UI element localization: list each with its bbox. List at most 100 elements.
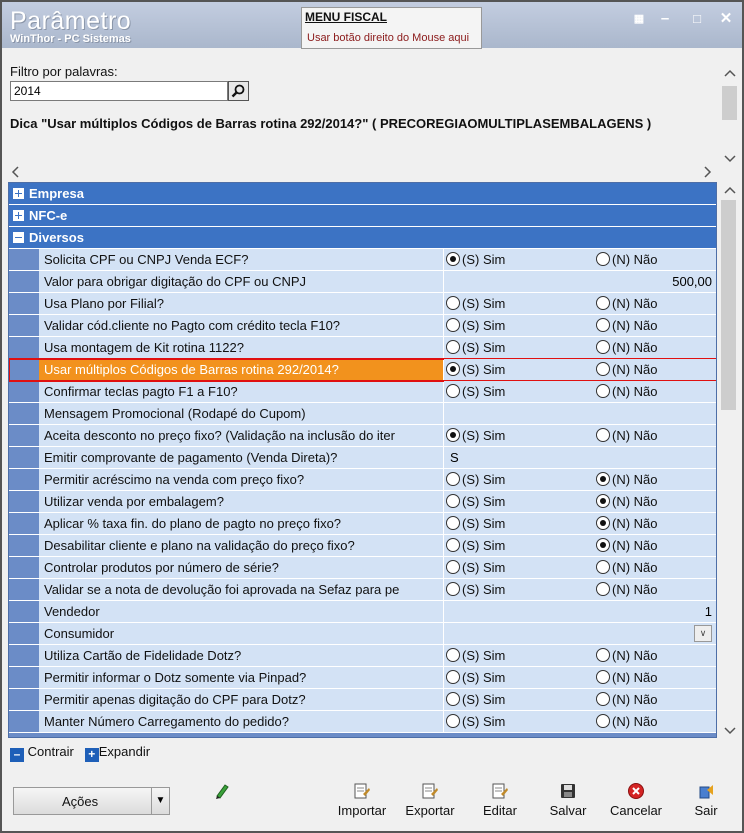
import-button[interactable]: Importar: [332, 782, 392, 818]
radio-nao[interactable]: (N) Não: [596, 692, 658, 708]
parameter-value[interactable]: (S) Sim (N) Não: [444, 359, 716, 380]
parameter-row[interactable]: Aceita desconto no preço fixo? (Validaçã…: [9, 425, 716, 447]
radio-nao[interactable]: (N) Não: [596, 516, 658, 532]
radio-sim[interactable]: (S) Sim: [446, 296, 505, 312]
radio-button-icon[interactable]: [446, 648, 460, 662]
parameter-value[interactable]: S: [444, 447, 716, 468]
parameter-value[interactable]: 1: [444, 601, 716, 622]
parameter-row[interactable]: Desabilitar cliente e plano na validação…: [9, 535, 716, 557]
parameter-row[interactable]: Utiliza Cartão de Fidelidade Dotz? (S) Si…: [9, 645, 716, 667]
radio-button-icon[interactable]: [446, 428, 460, 442]
radio-nao[interactable]: (N) Não: [596, 340, 658, 356]
radio-sim[interactable]: (S) Sim: [446, 494, 505, 510]
parameter-row[interactable]: Valor para obrigar digitação do CPF ou C…: [9, 271, 716, 293]
menu-fiscal-box[interactable]: MENU FISCAL Usar botão direito do Mouse …: [301, 7, 482, 49]
radio-sim[interactable]: (S) Sim: [446, 670, 505, 686]
radio-nao[interactable]: (N) Não: [596, 428, 658, 444]
radio-button-icon[interactable]: [596, 252, 610, 266]
parameter-value[interactable]: (S) Sim (N) Não: [444, 689, 716, 710]
radio-nao[interactable]: (N) Não: [596, 582, 658, 598]
parameter-row[interactable]: Validar cód.cliente no Pagto com crédito…: [9, 315, 716, 337]
radio-button-icon[interactable]: [446, 362, 460, 376]
expand-icon[interactable]: [13, 210, 24, 221]
parameter-row[interactable]: Usa montagem de Kit rotina 1122? (S) Sim(…: [9, 337, 716, 359]
radio-sim[interactable]: (S) Sim: [446, 318, 505, 334]
radio-button-icon[interactable]: [446, 318, 460, 332]
maximize-button[interactable]: □: [686, 10, 708, 28]
radio-button-icon[interactable]: [596, 582, 610, 596]
radio-button-icon[interactable]: [446, 340, 460, 354]
save-button[interactable]: Salvar: [538, 782, 598, 818]
parameter-value[interactable]: ∨: [444, 623, 716, 644]
cancel-button[interactable]: Cancelar: [606, 782, 666, 818]
parameter-value[interactable]: (S) Sim (N) Não: [444, 535, 716, 556]
parameter-value[interactable]: (S) Sim (N) Não: [444, 711, 716, 732]
radio-nao[interactable]: (N) Não: [596, 252, 658, 268]
parameter-row[interactable]: Permitir acréscimo na venda com preço fi…: [9, 469, 716, 491]
parameter-value[interactable]: (S) Sim (N) Não: [444, 667, 716, 688]
radio-button-icon[interactable]: [446, 296, 460, 310]
edit-button[interactable]: Editar: [470, 782, 530, 818]
radio-sim[interactable]: (S) Sim: [446, 384, 505, 400]
radio-nao[interactable]: (N) Não: [596, 714, 658, 730]
radio-sim[interactable]: (S) Sim: [446, 648, 505, 664]
radio-sim[interactable]: (S) Sim: [446, 582, 505, 598]
parameter-row[interactable]: Permitir informar o Dotz somente via Pin…: [9, 667, 716, 689]
parameter-row[interactable]: Confirmar teclas pagto F1 a F10? (S) Sim(…: [9, 381, 716, 403]
parameter-value[interactable]: (S) Sim (N) Não: [444, 557, 716, 578]
minimize-button[interactable]: –: [654, 10, 676, 28]
radio-button-icon[interactable]: [446, 472, 460, 486]
radio-button-icon[interactable]: [596, 560, 610, 574]
radio-sim[interactable]: (S) Sim: [446, 516, 505, 532]
radio-button-icon[interactable]: [596, 318, 610, 332]
radio-nao[interactable]: (N) Não: [596, 670, 658, 686]
radio-nao[interactable]: (N) Não: [596, 538, 658, 554]
chevron-down-icon[interactable]: ▼: [151, 788, 169, 814]
radio-sim[interactable]: (S) Sim: [446, 340, 505, 356]
export-button[interactable]: Exportar: [400, 782, 460, 818]
radio-nao[interactable]: (N) Não: [596, 384, 658, 400]
radio-button-icon[interactable]: [596, 428, 610, 442]
radio-sim[interactable]: (S) Sim: [446, 560, 505, 576]
radio-button-icon[interactable]: [446, 692, 460, 706]
radio-button-icon[interactable]: [596, 362, 610, 376]
close-button[interactable]: ✕: [715, 10, 737, 28]
parameter-value[interactable]: (S) Sim (N) Não: [444, 469, 716, 490]
help-icon[interactable]: ▦: [628, 10, 650, 28]
radio-sim[interactable]: (S) Sim: [446, 362, 505, 378]
radio-sim[interactable]: (S) Sim: [446, 714, 505, 730]
radio-sim[interactable]: (S) Sim: [446, 692, 505, 708]
radio-button-icon[interactable]: [596, 516, 610, 530]
radio-button-icon[interactable]: [446, 670, 460, 684]
radio-button-icon[interactable]: [446, 516, 460, 530]
radio-button-icon[interactable]: [596, 538, 610, 552]
parameter-row[interactable]: Utilizar venda por embalagem? (S) Sim (N) …: [9, 491, 716, 513]
radio-button-icon[interactable]: [446, 494, 460, 508]
radio-nao[interactable]: (N) Não: [596, 362, 658, 378]
parameter-value[interactable]: (S) Sim (N) Não: [444, 579, 716, 600]
group-empresa[interactable]: Empresa: [9, 183, 716, 205]
parameter-row[interactable]: Solicita CPF ou CNPJ Venda ECF? (S) Sim (N…: [9, 249, 716, 271]
parameter-row[interactable]: Emitir comprovante de pagamento (Venda D…: [9, 447, 716, 469]
parameter-value[interactable]: [444, 403, 716, 424]
parameter-row[interactable]: Consumidor ∨: [9, 623, 716, 645]
tip-scrollbar[interactable]: [718, 64, 742, 164]
filter-input[interactable]: [10, 81, 228, 101]
radio-button-icon[interactable]: [596, 472, 610, 486]
parameter-row[interactable]: Validar se a nota de devolução foi aprov…: [9, 579, 716, 601]
radio-button-icon[interactable]: [446, 252, 460, 266]
parameter-row[interactable]: Aplicar % taxa fin. do plano de pagto no…: [9, 513, 716, 535]
parameter-value[interactable]: (S) Sim (N) Não: [444, 249, 716, 270]
radio-button-icon[interactable]: [596, 670, 610, 684]
parameter-row[interactable]: Manter Número Carregamento do pedido? (S)…: [9, 711, 716, 733]
parameter-value[interactable]: (S) Sim (N) Não: [444, 513, 716, 534]
parameter-value[interactable]: (S) Sim (N) Não: [444, 645, 716, 666]
radio-sim[interactable]: (S) Sim: [446, 252, 505, 268]
scrollbar-thumb[interactable]: [721, 200, 736, 410]
radio-nao[interactable]: (N) Não: [596, 648, 658, 664]
exit-button[interactable]: Sair: [686, 782, 726, 818]
parameter-value[interactable]: (S) Sim (N) Não: [444, 381, 716, 402]
radio-button-icon[interactable]: [596, 494, 610, 508]
radio-nao[interactable]: (N) Não: [596, 472, 658, 488]
radio-button-icon[interactable]: [596, 340, 610, 354]
